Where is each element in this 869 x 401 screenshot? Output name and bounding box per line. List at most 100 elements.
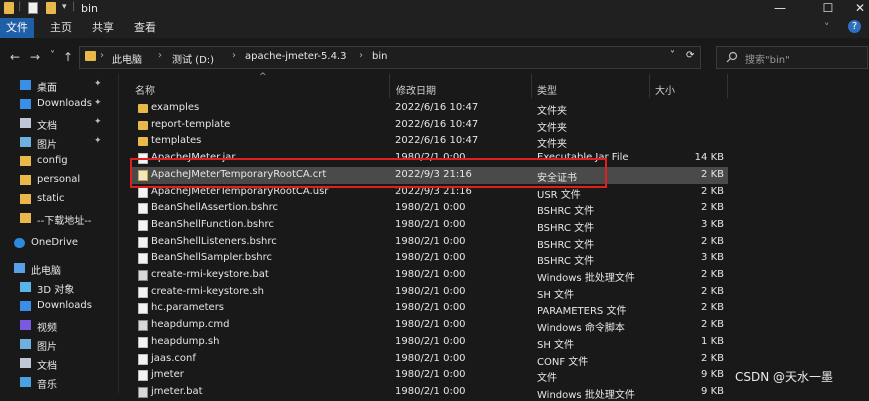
sidebar-item[interactable]: personal (0, 171, 118, 190)
file-icon (138, 186, 148, 198)
help-button[interactable]: ? (848, 20, 861, 33)
sidebar-item[interactable]: config (0, 152, 118, 171)
file-size: 14 KB (694, 152, 724, 164)
breadcrumb-drive-d[interactable]: 测试 (D:) (172, 51, 214, 66)
sidebar-item[interactable]: Downloads ✦ (0, 95, 118, 114)
address-bar[interactable]: › 此电脑 › 测试 (D:) › apache-jmeter-5.4.3 › … (79, 46, 701, 69)
file-icon (138, 353, 148, 365)
file-row[interactable]: BeanShellFunction.bshrc 1980/2/1 0:00 BSHR… (131, 217, 728, 234)
up-button[interactable]: ↑ (63, 50, 73, 64)
recent-locations-button[interactable]: ˅ (50, 50, 55, 61)
back-button[interactable]: ← (10, 50, 20, 64)
file-date: 1980/2/1 0:00 (395, 218, 466, 230)
column-divider[interactable] (649, 74, 650, 98)
file-row[interactable]: hc.parameters 1980/2/1 0:00 PARAMETERS 文件 2… (131, 300, 728, 317)
file-row[interactable]: heapdump.cmd 1980/2/1 0:00 Windows 命令脚本 2 K… (131, 317, 728, 334)
folder-icon (138, 137, 148, 147)
search-box[interactable]: 搜索"bin" (716, 46, 868, 69)
file-type: 文件夹 (537, 122, 567, 134)
sidebar-item[interactable]: 文档 (0, 354, 118, 373)
sidebar-item-label: 图片 (37, 342, 57, 353)
file-date: 1980/2/1 0:00 (395, 369, 466, 381)
file-row[interactable]: examples 2022/6/16 10:47 文件夹 (131, 100, 728, 117)
column-divider[interactable] (531, 74, 532, 98)
sidebar-item-label: 视频 (37, 323, 57, 334)
file-icon (138, 370, 148, 382)
file-size: 2 KB (701, 185, 724, 197)
column-size[interactable]: 大小 (655, 82, 675, 97)
title-bar: | ▾ | bin — ☐ ✕ (0, 0, 869, 18)
sidebar-item-label: --下载地址-- (37, 216, 92, 227)
tab-share[interactable]: 共享 (86, 18, 120, 38)
sidebar-item[interactable]: 图片 (0, 335, 118, 354)
new-folder-icon[interactable] (46, 2, 56, 14)
file-icon (138, 253, 148, 265)
picture-icon (20, 339, 31, 349)
file-icon (138, 286, 148, 298)
tab-view[interactable]: 查看 (128, 18, 162, 38)
music-icon (20, 377, 31, 387)
file-row[interactable]: heapdump.sh 1980/2/1 0:00 SH 文件 1 KB (131, 334, 728, 351)
file-row[interactable]: templates 2022/6/16 10:47 文件夹 (131, 133, 728, 150)
watermark: CSDN @天水一墨 (735, 370, 834, 384)
file-row[interactable]: BeanShellListeners.bshrc 1980/2/1 0:00 BSH… (131, 234, 728, 251)
breadcrumb-apache-jmeter[interactable]: apache-jmeter-5.4.3 (245, 51, 346, 62)
file-size: 2 KB (701, 269, 724, 280)
tab-file[interactable]: 文件 (0, 18, 34, 38)
search-input[interactable]: 搜索"bin" (745, 51, 790, 66)
file-row[interactable]: BeanShellAssertion.bshrc 1980/2/1 0:00 BSH… (131, 200, 728, 217)
cube-icon (20, 282, 31, 292)
folder-icon (20, 194, 31, 204)
file-size: 2 KB (701, 285, 724, 297)
file-row[interactable]: create-rmi-keystore.bat 1980/2/1 0:00 Wind… (131, 267, 728, 284)
script-icon (138, 270, 148, 281)
sidebar-item[interactable]: 文档 ✦ (0, 114, 118, 133)
file-icon (138, 336, 148, 348)
address-dropdown-icon[interactable]: ˅ (670, 50, 675, 61)
sidebar-item[interactable]: --下载地址-- (0, 209, 118, 228)
sidebar-item[interactable]: 桌面 ✦ (0, 76, 118, 95)
file-row[interactable]: jmeter 1980/2/1 0:00 文件 9 KB (131, 367, 728, 384)
sidebar-item[interactable]: 图片 ✦ (0, 133, 118, 152)
sidebar-item[interactable]: Downloads (0, 297, 118, 316)
column-divider[interactable] (727, 74, 728, 98)
breadcrumb-bin[interactable]: bin (372, 51, 387, 62)
separator-icon: | (72, 1, 76, 12)
ribbon-expand-icon[interactable]: ˅ (824, 21, 830, 34)
sidebar-item[interactable]: OneDrive (0, 234, 118, 253)
sidebar-item-label: 音乐 (37, 380, 57, 391)
file-row[interactable]: jaas.conf 1980/2/1 0:00 CONF 文件 2 KB (131, 351, 728, 368)
sidebar-item-label: OneDrive (31, 237, 79, 248)
column-date[interactable]: 修改日期 (396, 82, 436, 97)
properties-icon[interactable] (28, 2, 38, 14)
sidebar-item[interactable]: 音乐 (0, 373, 118, 392)
sidebar-item[interactable]: 此电脑 (0, 259, 118, 278)
column-name[interactable]: 名称 (135, 82, 155, 97)
file-row[interactable]: BeanShellSampler.bshrc 1980/2/1 0:00 BSHRC… (131, 250, 728, 267)
window-title: bin (81, 2, 99, 15)
file-name: examples (151, 102, 200, 113)
file-type: 文件夹 (537, 139, 567, 151)
sidebar-item[interactable]: 视频 (0, 316, 118, 335)
forward-button[interactable]: → (30, 50, 40, 64)
sidebar-item-label: 桌面 (37, 83, 57, 94)
column-type[interactable]: 类型 (537, 82, 557, 97)
quick-access-dropdown-icon[interactable]: ▾ (62, 2, 67, 12)
file-row[interactable]: report-template 2022/6/16 10:47 文件夹 (131, 117, 728, 134)
sidebar-item[interactable]: 3D 对象 (0, 278, 118, 297)
video-icon (20, 320, 31, 330)
file-size: 3 KB (701, 218, 724, 230)
download-icon (20, 99, 31, 109)
close-button[interactable]: ✕ (840, 0, 869, 18)
file-row[interactable]: create-rmi-keystore.sh 1980/2/1 0:00 SH 文件… (131, 284, 728, 301)
file-type: Windows 命令脚本 (537, 323, 625, 335)
tab-home[interactable]: 主页 (44, 18, 78, 38)
refresh-icon[interactable]: ⟳ (686, 50, 694, 61)
file-type: CONF 文件 (537, 356, 589, 368)
column-divider[interactable] (389, 74, 390, 98)
file-row[interactable]: jmeter.bat 1980/2/1 0:00 Windows 批处理文件 9 KB (131, 384, 728, 401)
file-size: 9 KB (701, 369, 724, 381)
minimize-button[interactable]: — (760, 0, 800, 18)
breadcrumb-this-pc[interactable]: 此电脑 (112, 51, 142, 66)
sidebar-item[interactable]: static (0, 190, 118, 209)
